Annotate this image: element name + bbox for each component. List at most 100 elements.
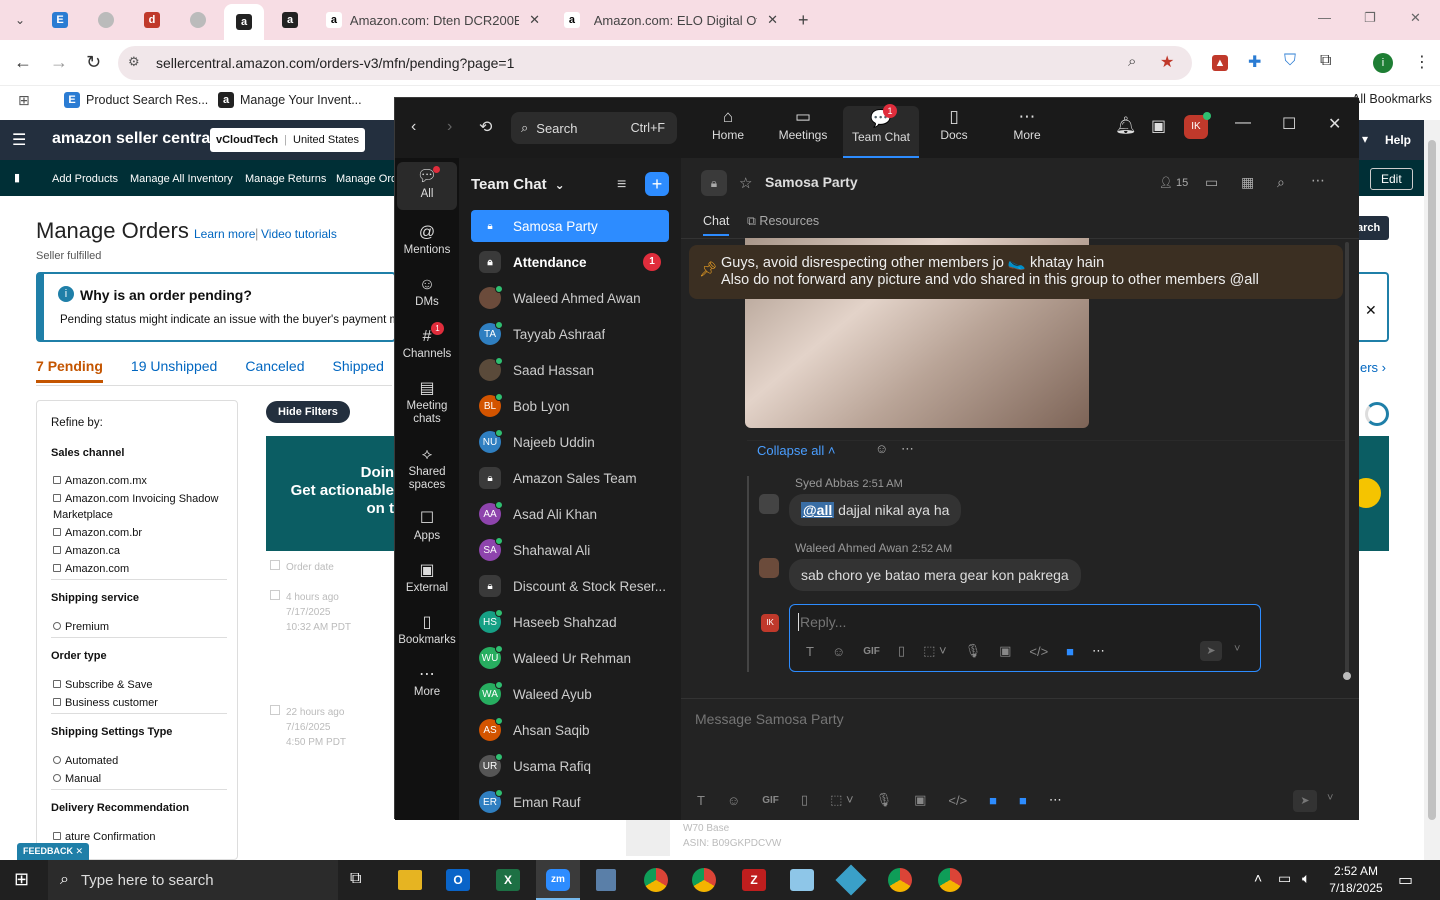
bookmark-icon[interactable]: ▮ xyxy=(14,171,20,184)
chat-list-item[interactable]: SA Shahawal Ali xyxy=(471,534,669,566)
bookmark-item[interactable]: a Manage Your Invent... xyxy=(218,92,362,108)
back-arrow-icon[interactable]: ← xyxy=(14,52,32,73)
collapse-all-link[interactable]: Collapse all ˄ xyxy=(757,443,835,458)
close-icon[interactable]: ✕ xyxy=(529,12,540,28)
emoji-icon[interactable]: ☺ xyxy=(727,793,740,808)
message-bubble[interactable]: sab choro ye batao mera gear kon pakrega xyxy=(789,559,1081,591)
emoji-icon[interactable]: ☺ xyxy=(832,644,845,659)
avatar[interactable] xyxy=(759,494,779,514)
rail-item-more[interactable]: ⋯ More xyxy=(397,660,457,699)
nav-manage-returns[interactable]: Manage Returns xyxy=(245,173,326,185)
tab-pinned-2[interactable] xyxy=(90,6,122,34)
rail-item-meeting-chats[interactable]: ▤ Meeting chats xyxy=(397,374,457,426)
scroll-thumb[interactable] xyxy=(1343,672,1351,680)
file-icon[interactable]: ▯ xyxy=(898,643,905,659)
extension-pdf-icon[interactable]: ▲ xyxy=(1212,55,1228,71)
tab-chat[interactable]: Chat xyxy=(703,214,730,236)
tab-amazon-active[interactable]: a xyxy=(224,4,264,40)
screenshot-icon[interactable]: ⬚ ˅ xyxy=(830,792,854,808)
puzzle-icon[interactable]: ⧉ xyxy=(1320,52,1331,70)
checkbox-icon[interactable] xyxy=(53,680,61,688)
learn-more-link[interactable]: Learn more xyxy=(194,227,255,241)
more-icon[interactable]: ⋯ xyxy=(1311,172,1325,189)
checkbox-icon[interactable] xyxy=(53,476,61,484)
chat-list-item[interactable]: Waleed Ahmed Awan xyxy=(471,282,669,314)
send-icon[interactable]: ➤ xyxy=(1293,790,1317,812)
video-message-icon[interactable]: ▣ xyxy=(999,643,1011,659)
video-icon[interactable]: ▭ xyxy=(1205,174,1218,191)
chat-list-item[interactable]: NU Najeeb Uddin xyxy=(471,426,669,458)
message-input[interactable] xyxy=(695,708,1335,730)
checkbox-icon[interactable] xyxy=(53,832,61,840)
format-text-icon[interactable]: T xyxy=(697,793,705,808)
tab-search-button[interactable]: ⌄ xyxy=(6,6,34,34)
hide-filters-button[interactable]: Hide Filters xyxy=(266,401,350,423)
chat-list-item[interactable]: 🔒︎ Samosa Party xyxy=(471,210,669,242)
rail-item-shared-spaces[interactable]: ⟡ Shared spaces xyxy=(397,440,457,492)
gift-icon[interactable]: ▣ xyxy=(1151,116,1166,136)
member-count[interactable]: 👤︎ 15 xyxy=(1159,176,1188,189)
tab-amazon-2[interactable]: a xyxy=(274,6,306,34)
video-message-icon[interactable]: ▣ xyxy=(914,792,926,808)
format-text-icon[interactable]: T xyxy=(806,644,814,659)
nav-manage-orders[interactable]: Manage Ord xyxy=(336,173,397,185)
close-icon[interactable]: ✕ xyxy=(767,12,778,28)
channel-title[interactable]: Samosa Party xyxy=(765,174,858,190)
bookmark-item[interactable]: E Product Search Res... xyxy=(64,92,208,108)
new-tab-plus-icon[interactable]: + xyxy=(798,10,809,31)
close-window-icon[interactable]: ✕ xyxy=(1328,114,1341,134)
app-icon[interactable] xyxy=(790,869,814,891)
radio-icon[interactable] xyxy=(53,774,61,782)
reply-box[interactable]: T ☺ GIF ▯ ⬚ ˅ 🎙︎ ▣ </> ■ ⋯ ➤ ˅ xyxy=(789,604,1261,672)
filter-option[interactable]: Business customer xyxy=(53,695,223,711)
reply-input[interactable] xyxy=(798,613,1238,631)
file-icon[interactable]: ▯ xyxy=(801,792,808,808)
filter-option[interactable]: Amazon.com xyxy=(53,561,223,577)
chrome-icon[interactable] xyxy=(692,868,716,892)
tab-docs[interactable]: ▯ Docs xyxy=(919,106,989,154)
screenshot-icon[interactable]: ⬚ ˅ xyxy=(923,643,947,659)
tab-team-chat[interactable]: 💬 1 Team Chat xyxy=(843,104,919,158)
microphone-icon[interactable]: 🎙︎ xyxy=(876,792,893,808)
message-bubble[interactable]: @all dajjal nikal aya ha xyxy=(789,494,962,526)
gif-icon[interactable]: GIF xyxy=(762,795,779,806)
restore-icon[interactable]: ❐ xyxy=(1364,10,1376,26)
code-icon[interactable]: </> xyxy=(948,793,967,808)
network-icon[interactable]: ▭ xyxy=(1278,870,1291,887)
help-link[interactable]: Help xyxy=(1385,133,1411,147)
filter-option[interactable]: Premium xyxy=(53,619,223,635)
chevron-down-icon[interactable]: ˅ xyxy=(1234,643,1240,655)
taskbar-search[interactable]: ⌕ Type here to search xyxy=(48,860,338,900)
pinned-message[interactable]: 📌︎ Guys, avoid disrespecting other membe… xyxy=(689,245,1343,299)
zoom-taskbar-button[interactable]: zm xyxy=(536,860,580,900)
url-bar[interactable]: ⚙ sellercentral.amazon.com/orders-v3/mfn… xyxy=(118,46,1192,80)
rail-item-all[interactable]: 💬︎ All xyxy=(397,162,457,210)
maximize-icon[interactable]: ☐ xyxy=(1282,114,1296,134)
filter-option[interactable]: Amazon.ca xyxy=(53,543,223,559)
gif-icon[interactable]: GIF xyxy=(863,646,880,657)
more-icon[interactable]: ⋯ xyxy=(901,441,914,457)
close-icon[interactable]: ✕ xyxy=(1365,302,1377,319)
more-icon[interactable]: ⋯ xyxy=(1049,792,1062,808)
all-bookmarks[interactable]: All Bookmarks xyxy=(1352,92,1432,106)
tab-pending[interactable]: 7 Pending xyxy=(36,358,103,383)
checkbox-icon[interactable] xyxy=(53,528,61,536)
mention-tag[interactable]: @all xyxy=(801,502,835,518)
site-settings-icon[interactable]: ⚙ xyxy=(128,54,140,70)
chat-list-item[interactable]: BL Bob Lyon xyxy=(471,390,669,422)
profile-avatar[interactable]: i xyxy=(1373,53,1393,73)
calculator-icon[interactable] xyxy=(596,869,616,891)
shield-icon[interactable]: ⛉ xyxy=(1284,52,1296,70)
forward-arrow-icon[interactable]: › xyxy=(447,118,452,136)
star-icon[interactable]: ☆ xyxy=(739,174,752,192)
chevron-down-icon[interactable]: ˅ xyxy=(1327,792,1333,804)
filter-option[interactable]: Amazon.com.mx xyxy=(53,473,223,489)
code-icon[interactable]: </> xyxy=(1029,644,1048,659)
nav-add-products[interactable]: Add Products xyxy=(52,173,118,185)
chat-list-item[interactable]: 🔒︎ Attendance 1 xyxy=(471,246,669,278)
tab-resources[interactable]: ⧉ Resources xyxy=(747,214,819,229)
nav-manage-inventory[interactable]: Manage All Inventory xyxy=(130,173,233,185)
outlook-icon[interactable]: O xyxy=(446,869,470,891)
chat-list-item[interactable]: 🔒︎ Discount & Stock Reser... xyxy=(471,570,669,602)
right-more-link[interactable]: ers › xyxy=(1360,360,1386,375)
